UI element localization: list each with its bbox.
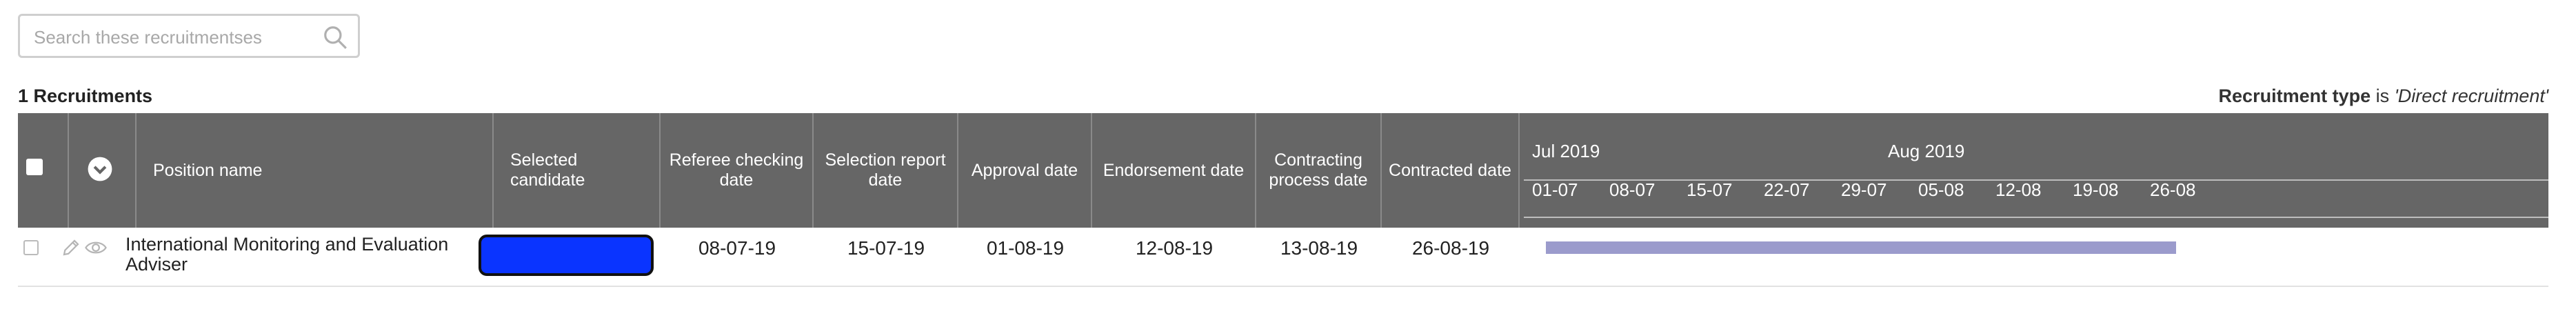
col-approval-date[interactable]: Approval date: [958, 113, 1092, 228]
table-header: Position name Selected candidate Referee…: [18, 113, 2548, 228]
col-contracting-process-date[interactable]: Contracting process date: [1256, 113, 1382, 228]
gantt-week: 08-07: [1609, 179, 1656, 200]
gantt-week: 22-07: [1764, 179, 1810, 200]
col-selection-report-date[interactable]: Selection report date: [814, 113, 958, 228]
gantt-month: Jul 2019: [1532, 141, 1600, 161]
endorsement-date: 12-08-19: [1135, 237, 1214, 259]
col-position-name[interactable]: Position name: [137, 113, 494, 228]
col-referee-checking-date[interactable]: Referee checking date: [661, 113, 814, 228]
gantt-week: 26-08: [2150, 179, 2196, 200]
gantt-week: 12-08: [1995, 179, 2042, 200]
contracted-date: 26-08-19: [1411, 237, 1490, 259]
selected-candidate-redacted: [479, 235, 654, 276]
checkbox-column: [18, 113, 69, 228]
contracting-process-date: 13-08-19: [1280, 237, 1358, 259]
selection-report-date: 15-07-19: [847, 237, 925, 259]
filter-key: Recruitment type: [2218, 86, 2371, 106]
col-selected-candidate[interactable]: Selected candidate: [494, 113, 661, 228]
gantt-divider: [1524, 217, 2548, 218]
table-row[interactable]: International Monitoring and Evaluation …: [18, 228, 2548, 287]
search-icon[interactable]: [322, 24, 348, 50]
gantt-week: 29-07: [1841, 179, 1887, 200]
filter-operator: is: [2375, 86, 2390, 106]
gantt-timeline-header: Jul 2019 Aug 2019 01-07 08-07 15-07 22-0…: [1520, 113, 2548, 228]
expand-column: [69, 113, 137, 228]
col-endorsement-date[interactable]: Endorsement date: [1092, 113, 1256, 228]
gantt-months: Jul 2019 Aug 2019: [1520, 141, 2548, 171]
gantt-bar[interactable]: [1546, 241, 2176, 254]
approval-date: 01-08-19: [986, 237, 1065, 259]
gantt-week: 19-08: [2073, 179, 2119, 200]
gantt-weeks: 01-07 08-07 15-07 22-07 29-07 05-08 12-0…: [1520, 179, 2548, 210]
search-box[interactable]: [18, 14, 360, 58]
gantt-week: 15-07: [1687, 179, 1733, 200]
gantt-week: 01-07: [1532, 179, 1578, 200]
pencil-icon[interactable]: [61, 237, 81, 258]
row-checkbox[interactable]: [23, 240, 39, 255]
col-contracted-date[interactable]: Contracted date: [1382, 113, 1520, 228]
referee-checking-date: 08-07-19: [698, 237, 776, 259]
eye-icon[interactable]: [84, 237, 108, 258]
gantt-week: 05-08: [1918, 179, 1964, 200]
active-filter: Recruitment type is 'Direct recruitment': [2219, 86, 2548, 107]
gantt-month: Aug 2019: [1888, 141, 1965, 161]
recruitment-count: 1 Recruitments: [18, 86, 153, 106]
position-name[interactable]: International Monitoring and Evaluation …: [125, 235, 484, 275]
filter-value: 'Direct recruitment': [2394, 86, 2548, 106]
search-input[interactable]: [32, 23, 318, 52]
